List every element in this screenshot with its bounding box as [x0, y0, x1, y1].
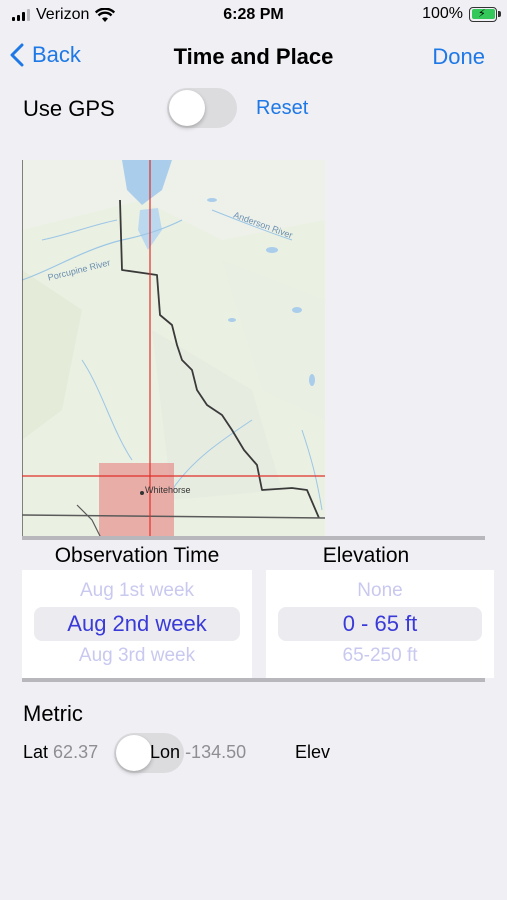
chevron-left-icon	[10, 43, 24, 67]
map-label-city: Whitehorse	[145, 485, 191, 495]
map-view[interactable]: Porcupine River Anderson River Whitehors…	[22, 160, 325, 540]
done-button[interactable]: Done	[432, 44, 485, 70]
toggle-knob	[116, 735, 152, 771]
observation-time-title: Observation Time	[54, 544, 220, 567]
lon-readout: Lon -134.50	[150, 742, 246, 763]
observation-time-picker[interactable]: Aug 1st week Aug 2nd week Aug 3rd week	[22, 570, 252, 678]
lat-readout: Lat 62.37	[23, 742, 98, 763]
lon-value: -134.50	[185, 742, 247, 762]
reset-button[interactable]: Reset	[256, 97, 308, 120]
picker-option-selected[interactable]: Aug 2nd week	[22, 611, 252, 637]
selection-box	[99, 463, 174, 540]
battery-percent: 100%	[422, 5, 463, 22]
metric-label: Metric	[23, 701, 83, 726]
lat-label: Lat	[23, 742, 49, 762]
picker-option-selected[interactable]: 0 - 65 ft	[266, 611, 494, 637]
picker-option-next[interactable]: 65-250 ft	[266, 645, 494, 667]
section-divider	[22, 536, 485, 540]
use-gps-label: Use GPS	[23, 96, 115, 121]
lon-label: Lon	[150, 742, 181, 762]
status-right: 100% ⚡	[422, 5, 501, 23]
elevation-title: Elevation	[322, 544, 410, 567]
toggle-knob	[169, 90, 205, 126]
back-label: Back	[32, 42, 81, 67]
lat-value: 62.37	[53, 742, 99, 762]
section-divider	[22, 678, 485, 682]
status-bar: Verizon 6:28 PM 100% ⚡	[0, 0, 507, 30]
picker-option-prev[interactable]: Aug 1st week	[22, 580, 252, 602]
picker-option-next[interactable]: Aug 3rd week	[22, 645, 252, 667]
picker-option-prev[interactable]: None	[266, 580, 494, 602]
use-gps-toggle[interactable]	[167, 88, 237, 128]
back-button[interactable]: Back	[10, 42, 81, 68]
battery-icon: ⚡	[469, 6, 501, 22]
elev-label: Elev	[295, 742, 331, 762]
elevation-picker[interactable]: None 0 - 65 ft 65-250 ft	[266, 570, 494, 678]
map-canvas	[22, 160, 325, 540]
